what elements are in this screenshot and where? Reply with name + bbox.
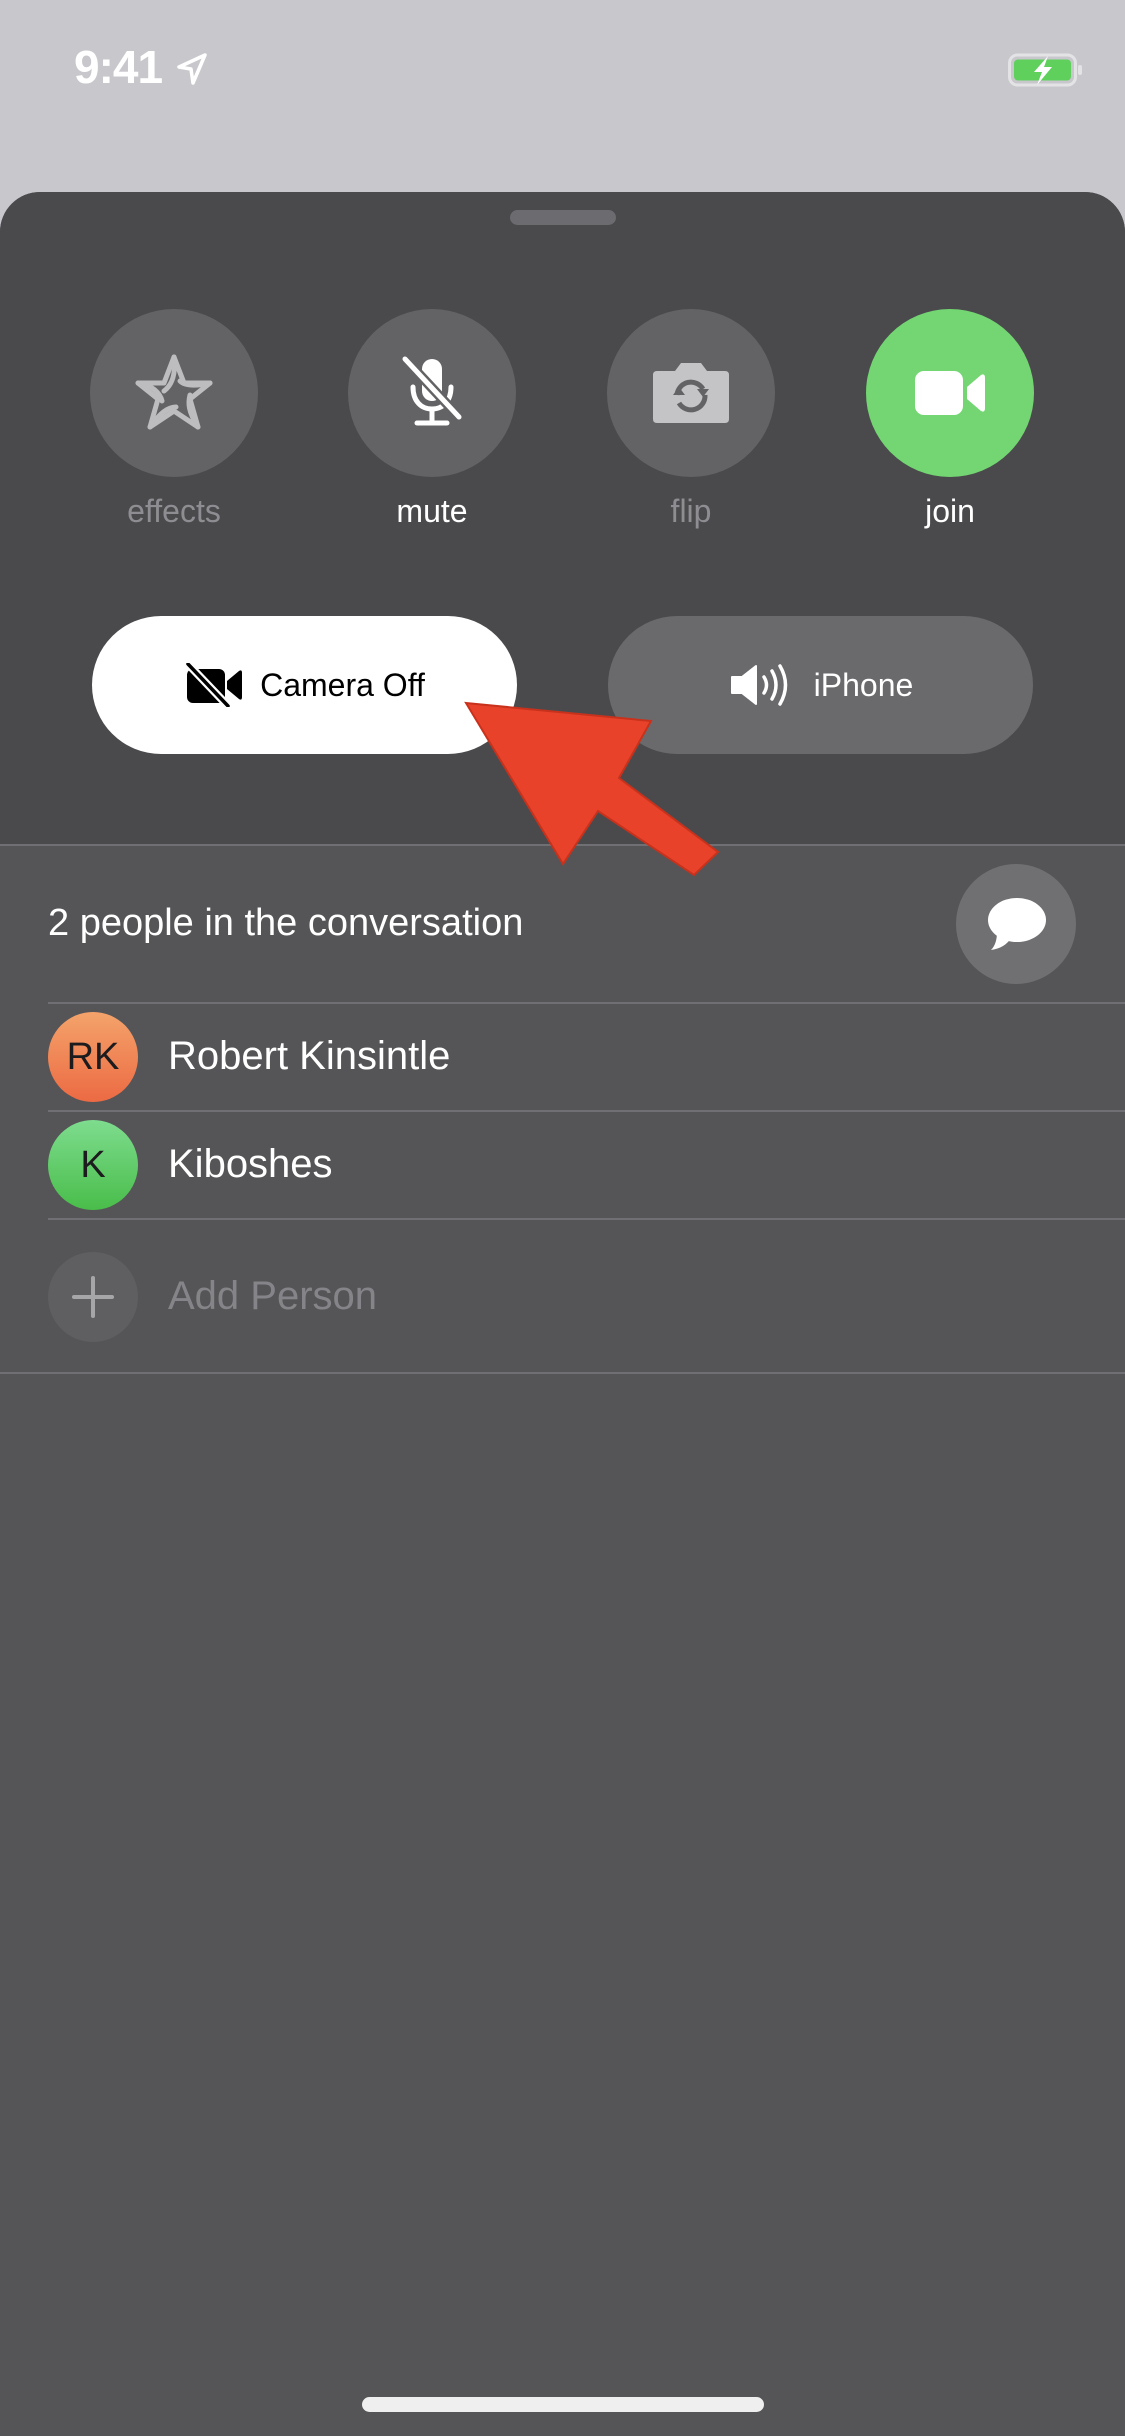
- participant-name: Kiboshes: [168, 1142, 333, 1186]
- join-label: join: [925, 493, 975, 529]
- participants-count-title: 2 people in the conversation: [48, 902, 524, 944]
- status-time: 9:41: [74, 41, 163, 93]
- row-divider: [48, 1218, 1125, 1220]
- add-person-label: Add Person: [168, 1274, 378, 1318]
- speaker-wave-icon: [730, 664, 787, 706]
- participant-row[interactable]: RK Robert Kinsintle: [0, 1004, 1125, 1110]
- participant-name: Robert Kinsintle: [168, 1034, 451, 1078]
- camera-flip-icon: [653, 363, 729, 423]
- video-slash-icon: [185, 663, 243, 707]
- effects-star-icon: [135, 354, 213, 430]
- join-button[interactable]: join: [866, 309, 1034, 539]
- audio-route-button[interactable]: iPhone: [608, 616, 1033, 754]
- avatar: RK: [48, 1012, 138, 1102]
- avatar-initials: RK: [66, 1035, 120, 1078]
- audio-route-label: iPhone: [813, 666, 914, 703]
- mic-slash-icon: [401, 355, 463, 426]
- flip-button[interactable]: flip: [607, 309, 775, 539]
- add-person-row[interactable]: Add Person: [0, 1244, 1125, 1350]
- avatar-initials: K: [80, 1143, 106, 1186]
- battery-charging-icon: [1008, 53, 1082, 87]
- effects-label: effects: [127, 493, 221, 529]
- add-person-circle: [48, 1252, 138, 1342]
- message-bubble-icon: [988, 898, 1046, 950]
- mute-circle: [348, 309, 516, 477]
- mute-label: mute: [396, 493, 468, 529]
- home-indicator[interactable]: [362, 2397, 764, 2412]
- camera-off-label: Camera Off: [260, 666, 425, 703]
- video-camera-icon: [915, 371, 985, 415]
- list-bottom-divider: [0, 1372, 1125, 1374]
- flip-circle: [607, 309, 775, 477]
- effects-circle: [90, 309, 258, 477]
- status-bar: 9:41: [0, 0, 1125, 140]
- avatar: K: [48, 1120, 138, 1210]
- sheet-grabber[interactable]: [510, 210, 616, 225]
- plus-icon: [72, 1276, 114, 1318]
- participant-row[interactable]: K Kiboshes: [0, 1112, 1125, 1218]
- flip-label: flip: [670, 493, 712, 529]
- effects-button[interactable]: effects: [90, 309, 258, 539]
- location-arrow-icon: [177, 53, 207, 85]
- facetime-call-sheet: effects mute flip join Camera Off iPhone…: [0, 192, 1125, 2436]
- camera-off-button[interactable]: Camera Off: [92, 616, 517, 754]
- mute-button[interactable]: mute: [348, 309, 516, 539]
- join-circle: [866, 309, 1034, 477]
- section-divider: [0, 844, 1125, 846]
- message-button[interactable]: [956, 864, 1076, 984]
